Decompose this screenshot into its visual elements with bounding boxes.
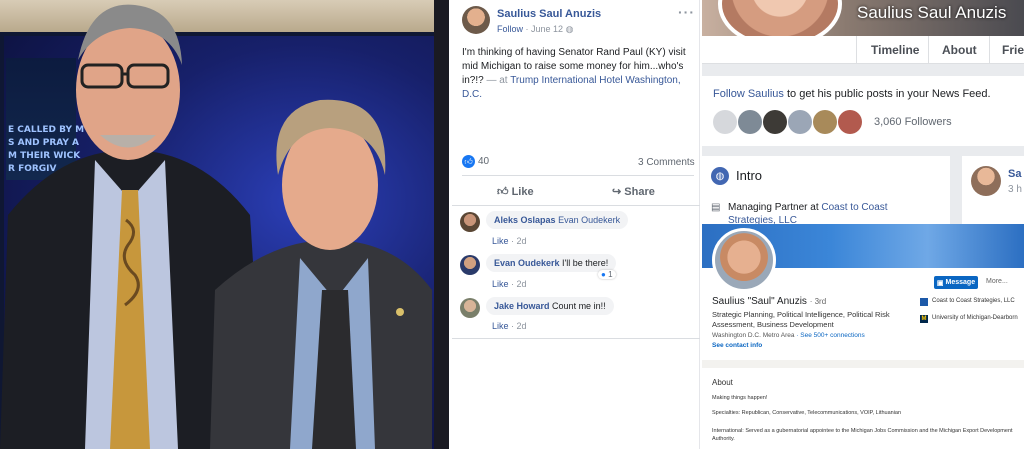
- tab-about[interactable]: About: [942, 43, 977, 57]
- follower-avatars: [713, 110, 873, 134]
- contact-info-link[interactable]: See contact info: [712, 342, 762, 349]
- more-options-icon[interactable]: ···: [678, 4, 695, 20]
- side-card-time: 3 h: [1008, 184, 1022, 195]
- more-button[interactable]: More...: [986, 278, 1008, 285]
- follow-prompt-text: to get his public posts in your News Fee…: [783, 88, 991, 100]
- message-button-label: Message: [945, 279, 976, 286]
- about-title: About: [712, 378, 733, 387]
- tab-divider: [928, 36, 929, 64]
- comment-bubble: Evan Oudekerk I'll be there!: [486, 254, 617, 272]
- work-prefix: Managing Partner at: [728, 202, 822, 213]
- comment-actions: Like · 2d: [492, 236, 527, 246]
- commenter-avatar[interactable]: [460, 298, 480, 318]
- comment-actions: Like · 2d: [492, 321, 527, 331]
- side-card-avatar[interactable]: [971, 166, 1001, 196]
- linkedin-profile-card: ▣ Message More... Saulius "Saul" Anuzis ·…: [702, 224, 1024, 449]
- comment-like-link[interactable]: Like: [492, 279, 509, 289]
- comment-reaction-count: 1: [608, 270, 613, 279]
- side-card-name[interactable]: Sa: [1008, 168, 1021, 180]
- like-reaction-icon: ●: [601, 270, 606, 279]
- like-reaction-icon: 👍︎: [462, 155, 475, 168]
- share-button-label: Share: [624, 186, 655, 198]
- like-button-label: Like: [511, 186, 534, 198]
- tab-friends[interactable]: Frie: [1002, 43, 1024, 57]
- commenter-name[interactable]: Jake Howard: [494, 301, 550, 311]
- school-link[interactable]: University of Michigan-Dearborn: [932, 314, 1018, 322]
- post-meta: Follow · June 12 ◍: [497, 24, 574, 34]
- about-line: Making things happen!: [712, 395, 768, 401]
- comments-count[interactable]: 3 Comments: [638, 157, 695, 168]
- follower-avatar[interactable]: [763, 110, 787, 134]
- tab-divider: [989, 36, 990, 64]
- follower-avatar[interactable]: [813, 110, 837, 134]
- follow-profile-link[interactable]: Follow Saulius: [713, 88, 784, 100]
- divider: [452, 205, 700, 206]
- share-icon: ↪: [612, 186, 622, 198]
- post-text: I'm thinking of having Senator Rand Paul…: [462, 46, 694, 102]
- linkedin-name: Saulius "Saul" Anuzis: [712, 296, 807, 307]
- commenter-name[interactable]: Evan Oudekerk: [494, 258, 560, 268]
- comment-actions: Like · 2d: [492, 279, 527, 289]
- follow-link[interactable]: Follow: [497, 24, 523, 34]
- linkedin-headline: Strategic Planning, Political Intelligen…: [712, 310, 890, 329]
- tab-timeline[interactable]: Timeline: [871, 43, 919, 57]
- comment-bubble: Jake Howard Count me in!!: [486, 297, 614, 315]
- globe-icon: ◍: [711, 167, 729, 185]
- globe-icon: ◍: [565, 24, 574, 34]
- follower-avatar[interactable]: [713, 110, 737, 134]
- author-avatar[interactable]: [462, 6, 490, 34]
- author-name[interactable]: Saulius Saul Anuzis: [497, 8, 601, 20]
- facebook-post: Saulius Saul Anuzis Follow · June 12 ◍ ·…: [452, 0, 700, 449]
- reaction-count[interactable]: 40: [478, 156, 489, 167]
- comment-time[interactable]: 2d: [517, 279, 527, 289]
- profile-name: Saulius Saul Anuzis: [857, 3, 1007, 22]
- follower-avatar[interactable]: [738, 110, 762, 134]
- comment-like-link[interactable]: Like: [492, 236, 509, 246]
- school-logo: M: [920, 315, 928, 323]
- intro-title: Intro: [736, 168, 763, 183]
- comment-text: Count me in!!: [552, 301, 606, 311]
- follower-avatar[interactable]: [838, 110, 862, 134]
- event-photo: E CALLED BY MY S AND PRAY A M THEIR WICK…: [0, 0, 449, 449]
- about-line: International: Served as a gubernatorial…: [712, 428, 1013, 442]
- section-gap: [702, 360, 1024, 368]
- linkedin-name-row: Saulius "Saul" Anuzis · 3rd: [712, 296, 826, 307]
- comment-reaction-badge[interactable]: ● 1: [598, 270, 616, 279]
- linkedin-profile-photo[interactable]: [712, 228, 776, 292]
- follower-avatar[interactable]: [788, 110, 812, 134]
- comment-text: I'll be there!: [562, 258, 609, 268]
- linkedin-location-row: Washington D.C. Metro Area · See 500+ co…: [712, 332, 865, 339]
- divider: [462, 175, 694, 176]
- comment-like-link[interactable]: Like: [492, 321, 509, 331]
- thumbs-up-icon: 👍︎: [497, 186, 509, 198]
- comment-time[interactable]: 2d: [517, 236, 527, 246]
- commenter-name[interactable]: Aleks Oslapas: [494, 215, 556, 225]
- followers-count[interactable]: 3,060 Followers: [874, 116, 952, 128]
- about-line: Specialties: Republican, Conservative, T…: [712, 410, 902, 416]
- comment-bubble: Aleks Oslapas Evan Oudekerk: [486, 211, 629, 229]
- linkedin-location: Washington D.C. Metro Area: [712, 332, 795, 339]
- comment-tag[interactable]: Evan Oudekerk: [558, 215, 620, 225]
- post-date[interactable]: June 12: [531, 24, 563, 34]
- connections-link[interactable]: · See 500+ connections: [796, 332, 864, 339]
- at-label: — at: [483, 75, 511, 86]
- connection-degree: · 3rd: [809, 297, 827, 306]
- tab-divider: [856, 36, 857, 64]
- commenter-avatar[interactable]: [460, 212, 480, 232]
- company-link[interactable]: Coast to Coast Strategies, LLC: [932, 297, 1018, 305]
- follow-prompt: Follow Saulius to get his public posts i…: [713, 88, 991, 100]
- lock-icon: ▣: [936, 279, 944, 287]
- divider: [452, 338, 700, 339]
- comment-time[interactable]: 2d: [517, 321, 527, 331]
- like-button[interactable]: 👍︎ Like: [497, 185, 534, 198]
- briefcase-icon: ▤: [711, 202, 721, 213]
- company-logo: [920, 298, 928, 306]
- message-button[interactable]: ▣ Message: [934, 276, 978, 289]
- share-button[interactable]: ↪ Share: [612, 185, 655, 198]
- people-illustration: [0, 4, 432, 449]
- commenter-avatar[interactable]: [460, 255, 480, 275]
